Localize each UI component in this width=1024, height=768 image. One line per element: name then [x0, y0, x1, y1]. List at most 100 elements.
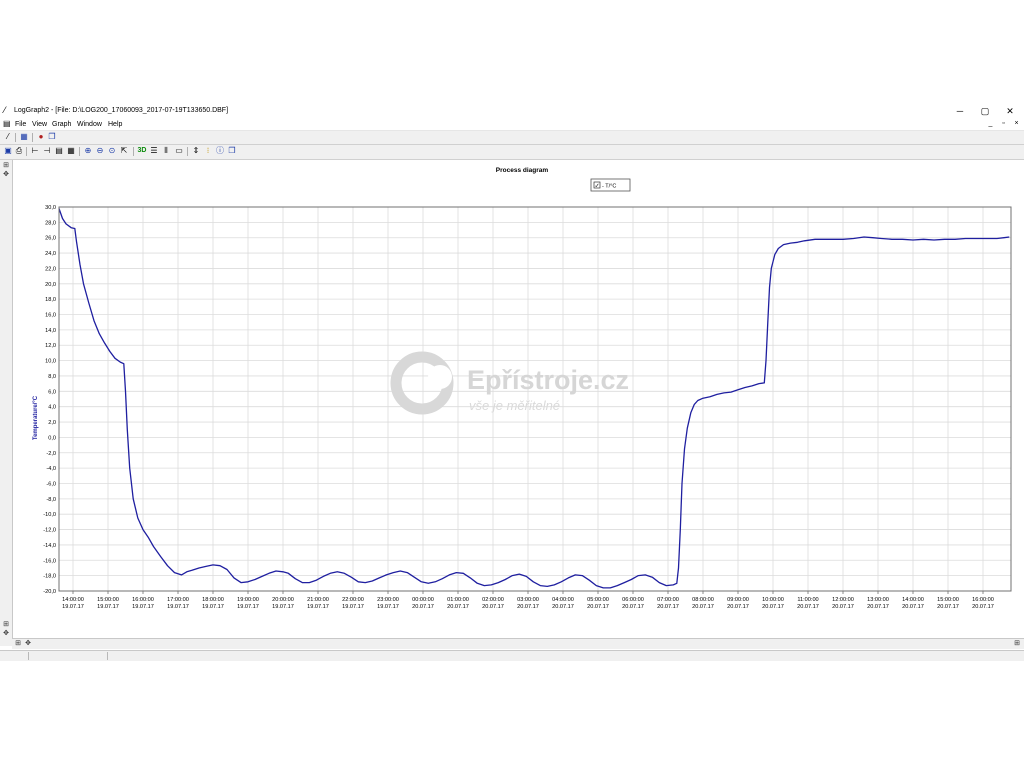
info-icon[interactable]: ⓘ: [215, 146, 225, 156]
zoom-in-icon[interactable]: ⊕: [83, 146, 93, 156]
list-icon[interactable]: ☰: [149, 146, 159, 156]
y-tick-label: -18,0: [43, 574, 56, 580]
legend-icon[interactable]: ▭: [174, 146, 184, 156]
menu-graph[interactable]: Graph: [52, 121, 71, 128]
marker-icon[interactable]: ⁝: [203, 146, 213, 156]
y-tick-label: -16,0: [43, 558, 56, 564]
x-tick-label-time: 15:00:00: [937, 597, 959, 603]
x-tick-label-time: 17:00:00: [167, 597, 189, 603]
window-icon[interactable]: ❐: [47, 132, 57, 142]
3d-icon[interactable]: 3D: [137, 146, 147, 156]
move-icon[interactable]: ✥: [23, 639, 33, 648]
y-tick-label: 28,0: [45, 220, 56, 226]
expand-up-icon[interactable]: ⊞: [1, 161, 11, 170]
x-tick-label-time: 04:00:00: [552, 597, 574, 603]
x-tick-label-time: 13:00:00: [867, 597, 889, 603]
close-button[interactable]: ✕: [1000, 104, 1020, 118]
pen-icon[interactable]: ⁄: [3, 132, 13, 142]
move-icon[interactable]: ✥: [1, 170, 11, 179]
menu-file[interactable]: File: [15, 121, 26, 128]
record-icon[interactable]: ●: [36, 132, 46, 142]
x-tick-label-time: 10:00:00: [762, 597, 784, 603]
watermark-logo-icon: [390, 351, 454, 415]
y-tick-label: 14,0: [45, 328, 56, 334]
expand-down-icon[interactable]: ⊞: [1, 620, 11, 629]
x-tick-label-date: 20.07.17: [727, 604, 749, 610]
horizontal-scrollbar[interactable]: ⊞ ✥ ⊞: [12, 638, 1024, 649]
y-tick-label: 0,0: [48, 435, 56, 441]
scroll-right-icon[interactable]: ⊞: [1012, 639, 1022, 648]
x-tick-label-date: 20.07.17: [622, 604, 644, 610]
move-icon[interactable]: ✥: [1, 629, 11, 638]
watermark: Epřístroje.cz vše je měřitelné: [390, 351, 629, 415]
x-tick-label-time: 11:00:00: [797, 597, 818, 603]
x-tick-label-time: 18:00:00: [202, 597, 224, 603]
y-tick-label: -4,0: [46, 466, 56, 472]
x-tick-labels: 14:00:0019.07.1715:00:0019.07.1716:00:00…: [62, 591, 994, 610]
x-tick-label-time: 06:00:00: [622, 597, 644, 603]
print-icon[interactable]: ⎙: [14, 146, 24, 156]
y-tick-label: -12,0: [43, 528, 56, 534]
status-cell: [0, 652, 29, 660]
x-tick-label-time: 07:00:00: [657, 597, 679, 603]
app-window: ⁄ LogGraph2 - [File: D:\LOG200_17060093_…: [0, 103, 1024, 661]
menu-window[interactable]: Window: [77, 121, 102, 128]
x-tick-label-time: 16:00:00: [132, 597, 154, 603]
mdi-minimize-button[interactable]: _: [985, 119, 996, 129]
x-tick-label-time: 12:00:00: [832, 597, 854, 603]
y-tick-label: 6,0: [48, 389, 56, 395]
chart-title: Process diagram: [496, 167, 549, 174]
document-graph-icon[interactable]: ▤: [3, 120, 12, 128]
cursor-icon[interactable]: ⇕: [191, 146, 201, 156]
toolbar-separator: [79, 147, 80, 156]
y-tick-label: 26,0: [45, 236, 56, 242]
scroll-left-icon[interactable]: ⊞: [13, 639, 23, 648]
menu-view[interactable]: View: [32, 121, 47, 128]
y-tick-label: 12,0: [45, 343, 56, 349]
axis-icon[interactable]: ⊢: [30, 146, 40, 156]
x-tick-label-time: 00:00:00: [412, 597, 434, 603]
y-tick-label: 2,0: [48, 420, 56, 426]
axis-scale-icon[interactable]: ⊣: [42, 146, 52, 156]
x-tick-label-time: 16:00:00: [972, 597, 994, 603]
legend[interactable]: ✓ - T/°C: [590, 178, 631, 192]
graph-area: Epřístroje.cz vše je měřitelné 30,0 28,0 2…: [0, 160, 1024, 638]
x-tick-label-time: 08:00:00: [692, 597, 714, 603]
x-tick-label-time: 19:00:00: [237, 597, 259, 603]
x-tick-label-date: 19.07.17: [62, 604, 84, 610]
table-icon[interactable]: ▤: [54, 146, 64, 156]
x-tick-label-date: 20.07.17: [412, 604, 434, 610]
watermark-brand: Epřístroje.cz: [467, 365, 629, 395]
save-icon[interactable]: ▣: [3, 146, 13, 156]
x-tick-label-date: 20.07.17: [657, 604, 679, 610]
x-tick-label-time: 21:00:00: [307, 597, 329, 603]
graph-toolbar: ▣ ⎙ ⊢ ⊣ ▤ ▦ ⊕ ⊖ ⊙ ⇱ 3D ☰ ⦀ ▭ ⇕ ⁝ ⓘ ❐: [0, 145, 1024, 160]
graph-icon[interactable]: ▦: [19, 132, 29, 142]
x-tick-label-date: 20.07.17: [937, 604, 959, 610]
x-tick-label-date: 19.07.17: [132, 604, 154, 610]
x-tick-label-date: 20.07.17: [482, 604, 504, 610]
status-bar: [0, 650, 1024, 661]
fit-icon[interactable]: ⇱: [119, 146, 129, 156]
copy-icon[interactable]: ❐: [227, 146, 237, 156]
minimize-button[interactable]: ─: [950, 104, 970, 118]
x-tick-label-date: 19.07.17: [202, 604, 224, 610]
x-tick-label-date: 20.07.17: [832, 604, 854, 610]
maximize-button[interactable]: ▢: [975, 104, 995, 118]
y-tick-label: -10,0: [43, 512, 56, 518]
zoom-reset-icon[interactable]: ⊙: [107, 146, 117, 156]
mdi-restore-button[interactable]: ▫: [998, 119, 1009, 129]
mdi-close-button[interactable]: ×: [1011, 119, 1022, 129]
menu-help[interactable]: Help: [108, 121, 122, 128]
y-tick-label: 4,0: [48, 405, 56, 411]
y-tick-label: 16,0: [45, 313, 56, 319]
loggraph-app-icon: ⁄: [4, 105, 6, 115]
zoom-out-icon[interactable]: ⊖: [95, 146, 105, 156]
toolbar-separator: [187, 147, 188, 156]
columns-icon[interactable]: ⦀: [161, 146, 171, 156]
grid-icon[interactable]: ▦: [66, 146, 76, 156]
x-tick-label-date: 19.07.17: [342, 604, 364, 610]
x-tick-label-time: 05:00:00: [587, 597, 609, 603]
x-tick-label-date: 20.07.17: [972, 604, 994, 610]
y-tick-label: 30,0: [45, 205, 56, 211]
